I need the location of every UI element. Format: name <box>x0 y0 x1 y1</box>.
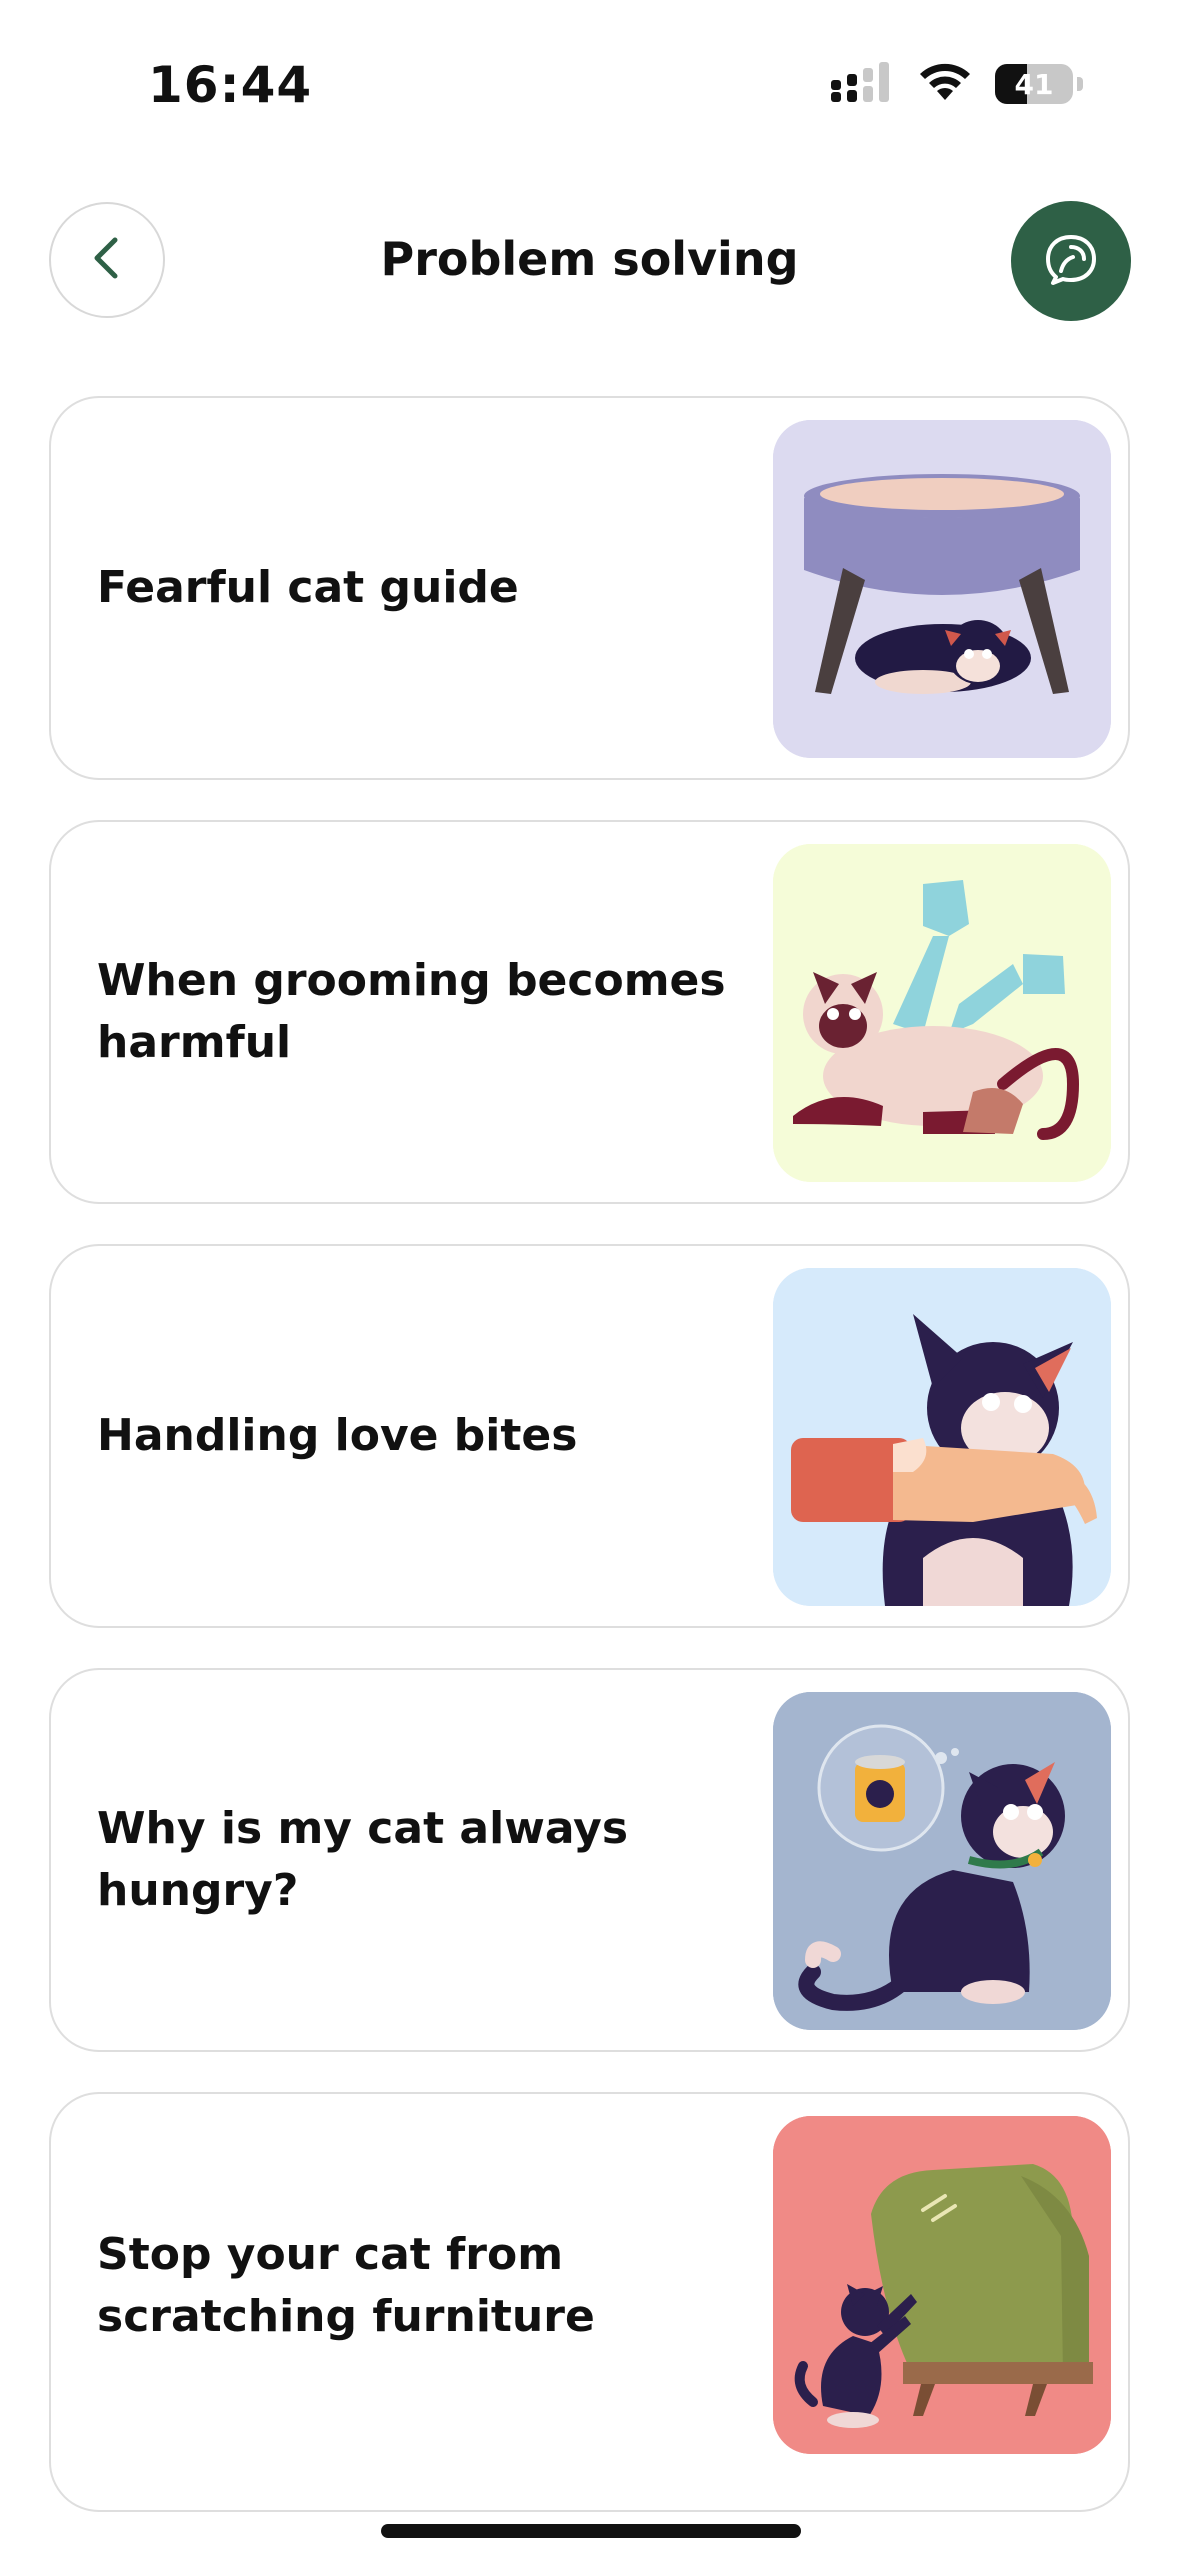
card-title: Fearful cat guide <box>97 562 519 613</box>
page-title: Problem solving <box>380 232 799 286</box>
cat-dreaming-of-food-can-illustration <box>773 1692 1111 2030</box>
card-title: When grooming becomes harmful <box>97 955 726 1068</box>
battery-level: 41 <box>1014 67 1054 101</box>
card-title: Handling love bites <box>97 1410 578 1461</box>
card-title: Stop your cat from scratching furniture <box>97 2229 595 2342</box>
card-always-hungry[interactable]: Why is my cat always hungry? <box>49 1668 1130 2052</box>
battery-icon: 41 <box>995 64 1073 104</box>
chat-bubble-icon <box>1041 231 1101 291</box>
home-indicator[interactable] <box>381 2524 801 2538</box>
status-icons: 41 <box>831 62 1083 106</box>
card-scratching-furniture[interactable]: Stop your cat from scratching furniture <box>49 2092 1130 2512</box>
cellular-signal-icon <box>831 62 895 106</box>
card-fearful-cat-guide[interactable]: Fearful cat guide <box>49 396 1130 780</box>
cat-hiding-under-stool-illustration <box>773 420 1111 758</box>
wifi-icon <box>917 62 973 106</box>
card-love-bites[interactable]: Handling love bites <box>49 1244 1130 1628</box>
cat-biting-arm-illustration <box>773 1268 1111 1606</box>
card-title: Why is my cat always hungry? <box>97 1803 629 1916</box>
siamese-cat-with-gloved-hands-illustration <box>773 844 1111 1182</box>
battery-cap <box>1077 77 1083 91</box>
help-chat-button[interactable] <box>1011 201 1131 321</box>
card-grooming-harmful[interactable]: When grooming becomes harmful <box>49 820 1130 1204</box>
status-time: 16:44 <box>148 56 313 114</box>
cat-scratching-armchair-illustration <box>773 2116 1111 2454</box>
